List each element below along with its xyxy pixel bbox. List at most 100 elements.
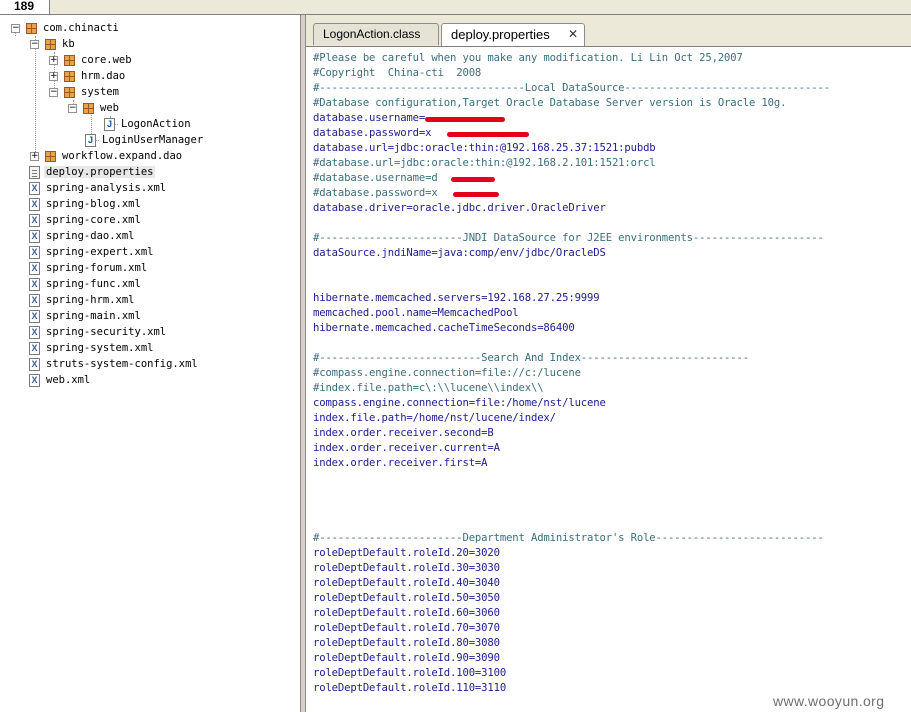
code-line: hibernate.memcached.servers=192.168.27.2… xyxy=(313,292,600,304)
code-line: index.order.receiver.first=A xyxy=(313,457,488,469)
code-line: database.password=x xyxy=(313,127,432,139)
tree-item-package[interactable]: + hrm.dao xyxy=(49,68,127,84)
code-line: #---------------------------------Local … xyxy=(313,82,830,94)
code-line: database.url=jdbc:oracle:thin:@192.168.2… xyxy=(313,142,656,154)
code-line: roleDeptDefault.roleId.80=3080 xyxy=(313,637,500,649)
tree-item-file[interactable]: X spring-expert.xml xyxy=(29,244,155,260)
xml-file-icon: X xyxy=(29,293,40,307)
code-line: roleDeptDefault.roleId.20=3020 xyxy=(313,547,500,559)
code-line: roleDeptDefault.roleId.50=3050 xyxy=(313,592,500,604)
editor-tab-strip: LogonAction.class deploy.properties ✕ xyxy=(306,15,911,47)
code-line: roleDeptDefault.roleId.30=3030 xyxy=(313,562,500,574)
tree-item-file[interactable]: X spring-main.xml xyxy=(29,308,143,324)
project-tree[interactable]: − com.chinacti − kb + core.web + hrm.dao… xyxy=(0,15,301,712)
xml-file-icon: X xyxy=(29,373,40,387)
tree-item-file[interactable]: J LogonAction xyxy=(104,116,193,132)
tree-item-package[interactable]: − web xyxy=(68,100,121,116)
code-line: #--------------------------Search And In… xyxy=(313,352,749,364)
code-line: #compass.engine.connection=file://c:/luc… xyxy=(313,367,581,379)
code-area[interactable]: #Please be careful when you make any mod… xyxy=(313,51,908,696)
code-line: roleDeptDefault.roleId.40=3040 xyxy=(313,577,500,589)
redaction-mark xyxy=(425,117,505,122)
package-icon xyxy=(83,102,94,114)
tree-item-file[interactable]: deploy.properties xyxy=(29,164,156,180)
tree-item-file[interactable]: X spring-analysis.xml xyxy=(29,180,168,196)
tree-item-package[interactable]: + core.web xyxy=(49,52,134,68)
tree-item-file[interactable]: X spring-dao.xml xyxy=(29,228,137,244)
collapse-icon[interactable]: − xyxy=(68,103,77,113)
code-line: #database.url=jdbc:oracle:thin:@192.168.… xyxy=(313,157,656,169)
code-line: dataSource.jndiName=java:comp/env/jdbc/O… xyxy=(313,247,606,259)
properties-file-icon xyxy=(29,165,40,179)
code-line: #-----------------------JNDI DataSource … xyxy=(313,232,824,244)
watermark: www.wooyun.org xyxy=(773,693,885,709)
xml-file-icon: X xyxy=(29,245,40,259)
tab-logonaction-class[interactable]: LogonAction.class xyxy=(313,23,439,45)
editor-pane[interactable]: LogonAction.class deploy.properties ✕ #P… xyxy=(305,15,911,712)
collapse-icon[interactable]: − xyxy=(49,87,58,97)
package-icon xyxy=(64,54,75,66)
tree-item-file[interactable]: X spring-blog.xml xyxy=(29,196,143,212)
xml-file-icon: X xyxy=(29,341,40,355)
collapse-icon[interactable]: − xyxy=(30,39,39,49)
tree-item-file[interactable]: X spring-hrm.xml xyxy=(29,292,137,308)
code-line: #Please be careful when you make any mod… xyxy=(313,52,743,64)
code-line: compass.engine.connection=file:/home/nst… xyxy=(313,397,606,409)
xml-file-icon: X xyxy=(29,277,40,291)
tree-item-package[interactable]: − system xyxy=(49,84,121,100)
code-line: database.username= xyxy=(313,112,426,124)
code-line: index.order.receiver.current=A xyxy=(313,442,500,454)
package-icon xyxy=(45,150,56,162)
xml-file-icon: X xyxy=(29,213,40,227)
package-icon xyxy=(64,70,75,82)
code-line: roleDeptDefault.roleId.90=3090 xyxy=(313,652,500,664)
redaction-mark xyxy=(447,132,529,137)
expand-icon[interactable]: + xyxy=(30,151,39,161)
tree-item-file[interactable]: X spring-security.xml xyxy=(29,324,168,340)
code-line: index.file.path=/home/nst/lucene/index/ xyxy=(313,412,556,424)
top-tab[interactable]: 189 xyxy=(0,0,50,14)
code-line: hibernate.memcached.cacheTimeSeconds=864… xyxy=(313,322,575,334)
tree-item-file[interactable]: X struts-system-config.xml xyxy=(29,356,200,372)
code-line: roleDeptDefault.roleId.70=3070 xyxy=(313,622,500,634)
tree-item-file[interactable]: J LoginUserManager xyxy=(85,132,205,148)
close-tab-icon[interactable]: ✕ xyxy=(568,24,578,45)
expand-icon[interactable]: + xyxy=(49,55,58,65)
tree-item-file[interactable]: X spring-system.xml xyxy=(29,340,155,356)
code-line: roleDeptDefault.roleId.100=3100 xyxy=(313,667,507,679)
tree-item-file[interactable]: X spring-func.xml xyxy=(29,276,143,292)
xml-file-icon: X xyxy=(29,357,40,371)
code-line: #Copyright China-cti 2008 xyxy=(313,67,482,79)
code-line: #database.password=x xyxy=(313,187,438,199)
package-icon xyxy=(64,86,75,98)
tab-deploy-properties[interactable]: deploy.properties ✕ xyxy=(441,23,585,46)
code-line: index.order.receiver.second=B xyxy=(313,427,494,439)
tree-item-file[interactable]: X spring-core.xml xyxy=(29,212,143,228)
tree-item-package[interactable]: + workflow.expand.dao xyxy=(30,148,184,164)
tree-item-package[interactable]: − kb xyxy=(30,36,77,52)
package-icon xyxy=(45,38,56,50)
collapse-icon[interactable]: − xyxy=(11,23,20,33)
code-line: #Database configuration,Target Oracle Da… xyxy=(313,97,787,109)
code-line: memcached.pool.name=MemcachedPool xyxy=(313,307,519,319)
code-line: roleDeptDefault.roleId.60=3060 xyxy=(313,607,500,619)
expand-icon[interactable]: + xyxy=(49,71,58,81)
tree-item-package[interactable]: − com.chinacti xyxy=(11,20,121,36)
code-line: #index.file.path=c\:\\lucene\\index\\ xyxy=(313,382,544,394)
tree-item-file[interactable]: X spring-forum.xml xyxy=(29,260,149,276)
xml-file-icon: X xyxy=(29,181,40,195)
xml-file-icon: X xyxy=(29,325,40,339)
tree-item-file[interactable]: X web.xml xyxy=(29,372,92,388)
redaction-mark xyxy=(453,192,499,197)
xml-file-icon: X xyxy=(29,229,40,243)
code-line: database.driver=oracle.jdbc.driver.Oracl… xyxy=(313,202,606,214)
xml-file-icon: X xyxy=(29,197,40,211)
code-line: #database.username=d xyxy=(313,172,438,184)
tree-connector xyxy=(35,36,36,156)
